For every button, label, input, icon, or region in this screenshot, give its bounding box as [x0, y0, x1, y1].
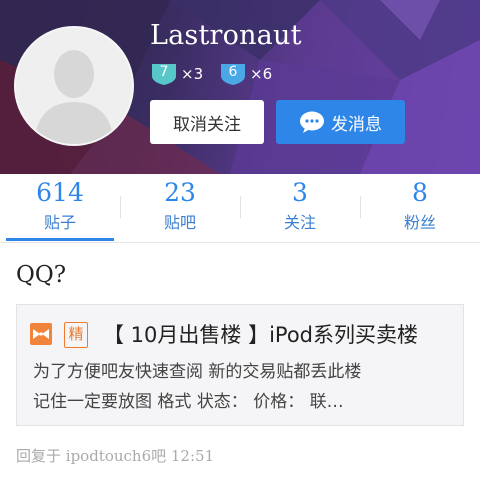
quoted-thread-excerpt: 为了方便吧友快速查阅 新的交易贴都丢此楼 记住一定要放图 格式 状态： 价格： …	[33, 357, 457, 417]
stat-label: 贴吧	[163, 213, 196, 232]
username: Lastronaut	[150, 20, 302, 51]
stat-label: 贴子	[43, 213, 76, 232]
tab-fans[interactable]: 8 粉丝	[360, 174, 480, 242]
level-shield-icon: 7	[150, 62, 178, 86]
tab-following[interactable]: 3 关注	[240, 174, 360, 242]
post-title[interactable]: QQ?	[16, 262, 66, 288]
level-number: 6	[228, 64, 238, 80]
level-badge-6: 6 ×6	[219, 62, 272, 86]
active-tab-indicator	[6, 238, 114, 241]
default-user-silhouette-icon	[16, 28, 132, 144]
profile-banner: Lastronaut 7 ×3 6 ×6 取消关注 发消息	[0, 0, 480, 174]
badge-count: ×3	[181, 65, 204, 83]
featured-tag: 精	[64, 322, 88, 348]
bow-tag-icon	[30, 323, 52, 345]
unfollow-button[interactable]: 取消关注	[150, 100, 264, 144]
stat-value: 23	[164, 178, 196, 207]
tab-bars[interactable]: 23 贴吧	[120, 174, 240, 242]
send-message-button[interactable]: 发消息	[276, 100, 405, 144]
quoted-thread-card[interactable]: 精 【 10月出售楼 】iPod系列买卖楼 为了方便吧友快速查阅 新的交易贴都丢…	[16, 304, 464, 426]
chat-bubble-icon	[300, 111, 324, 133]
send-message-label: 发消息	[331, 114, 382, 135]
level-badge-7: 7 ×3	[150, 62, 203, 86]
stats-tabs: 614 贴子 23 贴吧 3 关注 8 粉丝	[0, 174, 480, 243]
stat-value: 614	[36, 178, 84, 207]
stat-label: 粉丝	[403, 213, 436, 232]
stat-value: 3	[292, 178, 308, 207]
quoted-thread-title: 【 10月出售楼 】iPod系列买卖楼	[103, 323, 418, 347]
unfollow-label: 取消关注	[173, 114, 241, 135]
level-shield-icon: 6	[219, 62, 247, 86]
excerpt-line: 记住一定要放图 格式 状态： 价格： 联…	[33, 392, 344, 412]
stat-value: 8	[412, 178, 428, 207]
tab-posts[interactable]: 614 贴子	[0, 174, 120, 242]
avatar[interactable]	[14, 26, 134, 146]
reply-meta: 回复于 ipodtouch6吧 12:51	[16, 447, 215, 465]
level-number: 7	[159, 64, 169, 80]
badge-count: ×6	[250, 65, 273, 83]
stat-label: 关注	[283, 213, 316, 232]
excerpt-line: 为了方便吧友快速查阅 新的交易贴都丢此楼	[33, 362, 362, 382]
